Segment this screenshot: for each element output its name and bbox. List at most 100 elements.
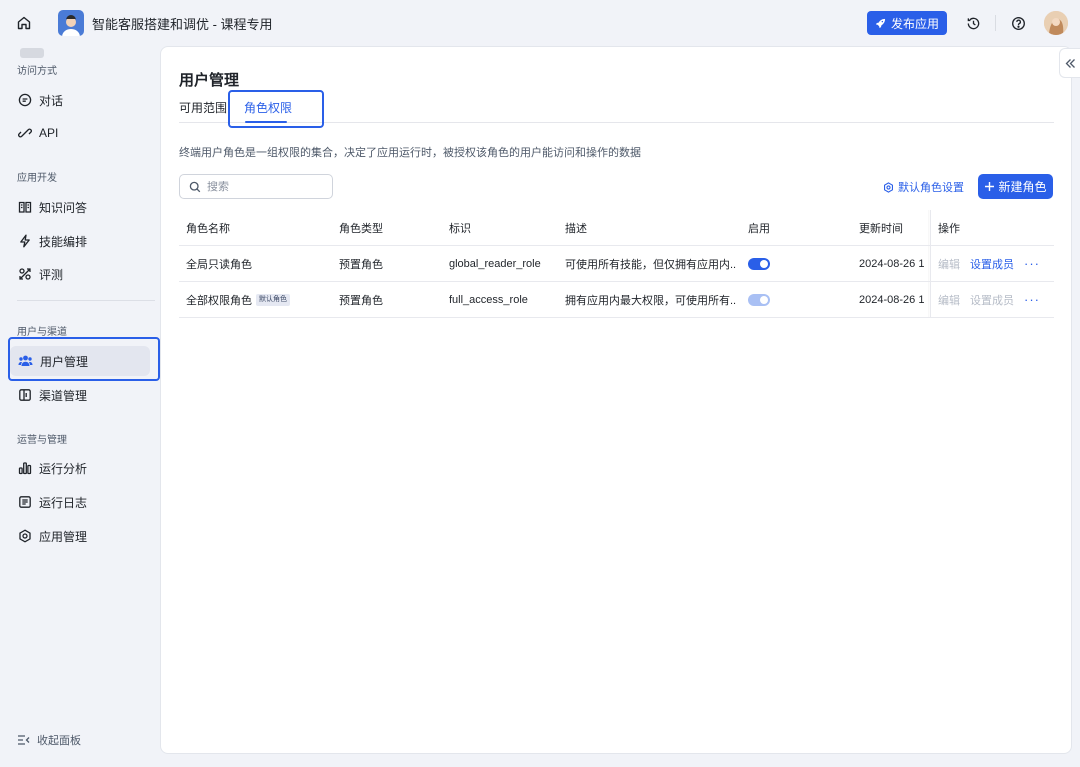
double-chevron-left-icon [1065,58,1075,68]
sidebar-item-channel-management[interactable]: 渠道管理 [10,380,150,410]
actions-cell: 编辑 设置成员 ··· [930,282,1054,317]
header-divider [995,15,996,31]
header-identifier: 标识 [449,222,471,235]
chat-icon [18,93,32,107]
sidebar-item-label: 运行分析 [39,461,88,476]
sidebar-item-label: 知识问答 [39,200,88,215]
lightning-icon [20,234,30,248]
home-icon [17,16,31,30]
header-role-type: 角色类型 [339,222,383,235]
sidebar-item-knowledge-qa[interactable]: 知识问答 [10,192,150,222]
active-tab-indicator [245,121,287,123]
expand-side-panel-button[interactable] [1059,48,1080,78]
enabled-toggle[interactable] [748,257,770,270]
sidebar-item-label: 对话 [39,93,64,108]
role-identifier: global_reader_role [449,257,541,270]
header-enabled: 启用 [748,222,770,235]
search-icon [189,181,201,192]
table-header-row: 角色名称 角色类型 标识 描述 启用 更新时间 操作 [179,210,1054,246]
app-avatar [58,10,84,36]
actions-cell: 编辑 设置成员 ··· [930,246,1054,281]
sidebar-item-label: 应用管理 [39,529,88,544]
table-row: 全局只读角色 预置角色 global_reader_role 可使用所有技能，但… [179,246,1054,282]
role-name-cell: 全局只读角色 [186,246,336,281]
search-input[interactable] [207,180,327,193]
default-role-settings-link[interactable]: 默认角色设置 [883,179,964,195]
section-app-dev: 应用开发 [17,173,57,184]
more-actions-button[interactable]: ··· [1024,292,1040,307]
evaluate-icon [19,268,31,280]
roles-table: 角色名称 角色类型 标识 描述 启用 更新时间 操作 全局只读角色 预置角色 g… [179,210,1054,318]
section-ops-management: 运营与管理 [17,435,67,446]
tab-bar: 可用范围 角色权限 [179,93,1054,123]
set-members-button[interactable]: 设置成员 [970,256,1014,272]
help-button[interactable] [1006,11,1030,35]
book-icon [18,201,32,213]
sidebar-item-evaluate[interactable]: 评测 [10,259,150,289]
role-description-cell: 拥有应用内最大权限，可使用所有... [565,294,737,307]
enabled-toggle-disabled [748,293,770,306]
tab-available-scope[interactable]: 可用范围 [179,99,227,116]
role-type: 预置角色 [339,258,383,271]
table-row: 全部权限角色 默认角色 预置角色 full_access_role 拥有应用内最… [179,282,1054,318]
history-icon [967,17,979,29]
role-name-cell: 全部权限角色 默认角色 [186,282,336,317]
sidebar-item-label: 运行日志 [39,495,88,510]
publish-app-button[interactable]: 发布应用 [866,11,947,35]
bar-chart-icon [18,462,32,475]
sidebar-tooltip-stub [20,48,44,58]
help-icon [1011,16,1025,30]
api-icon [18,128,32,138]
set-members-button: 设置成员 [970,294,1014,307]
gear-icon [19,529,31,543]
header-role-name: 角色名称 [186,222,230,235]
edit-button: 编辑 [938,294,960,307]
main-panel: 用户管理 可用范围 角色权限 终端用户角色是一组权限的集合，决定了应用运行时，被… [160,46,1072,754]
more-actions-button[interactable]: ··· [1024,256,1040,271]
sidebar-item-run-analysis[interactable]: 运行分析 [10,453,150,483]
sidebar-item-label: 用户管理 [40,354,89,369]
sidebar-item-chat[interactable]: 对话 [10,85,150,115]
default-role-badge: 默认角色 [256,293,290,306]
sidebar-item-skill-orchestration[interactable]: 技能编排 [10,226,150,256]
sidebar-item-user-management[interactable]: 用户管理 [10,346,150,376]
updated-time: 2024-08-26 1 [859,293,925,306]
header-description: 描述 [565,222,587,235]
app-title: 智能客服搭建和调优 - 课程专用 [92,16,273,32]
history-button[interactable] [961,11,985,35]
default-role-label: 默认角色设置 [898,182,964,194]
section-users-channels: 用户与渠道 [17,327,67,338]
settings-icon [884,181,893,193]
enabled-cell [748,282,808,317]
person-avatar-icon [62,15,80,36]
home-button[interactable] [10,9,38,37]
sidebar-item-app-management[interactable]: 应用管理 [10,521,150,551]
sidebar-item-run-log[interactable]: 运行日志 [10,487,150,517]
user-avatar-icon [1044,11,1068,35]
top-header: 智能客服搭建和调优 - 课程专用 发布应用 [0,0,1080,46]
log-icon [19,496,31,508]
collapse-panel-button[interactable]: 收起面板 [17,732,81,748]
users-icon [18,355,33,366]
role-name: 全局只读角色 [186,258,252,271]
header-updated-time: 更新时间 [859,222,903,235]
collapse-panel-icon [18,735,30,745]
role-type: 预置角色 [339,294,383,307]
section-access: 访问方式 [17,66,57,77]
updated-time: 2024-08-26 1 [859,257,925,270]
sidebar-item-label: API [39,126,59,140]
tab-role-permissions[interactable]: 角色权限 [244,99,292,116]
sidebar-item-label: 技能编排 [39,234,88,249]
search-box[interactable] [179,174,333,199]
new-role-button[interactable]: 新建角色 [978,174,1053,199]
edit-button[interactable]: 编辑 [938,256,960,272]
role-name: 全部权限角色 [186,294,252,307]
sidebar-item-api[interactable]: API [10,118,150,148]
enabled-cell [748,246,808,281]
page-title: 用户管理 [179,72,240,89]
sidebar-divider [17,300,155,301]
plus-icon [985,182,995,191]
user-avatar[interactable] [1044,11,1068,35]
sidebar-item-label: 评测 [39,267,64,282]
role-identifier: full_access_role [449,293,528,306]
